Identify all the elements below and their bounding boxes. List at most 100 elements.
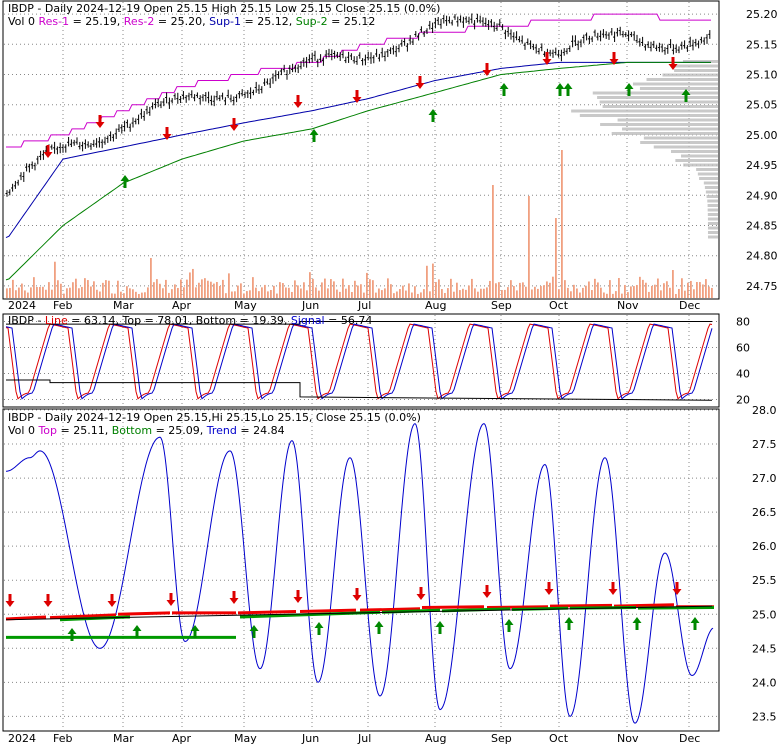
volume-bar [246, 291, 248, 298]
volume-bar [564, 280, 566, 298]
volume-bar [360, 284, 362, 298]
volume-bar [642, 279, 644, 298]
volume-bar [417, 293, 419, 298]
x-month-label-bottom: Nov [617, 732, 639, 745]
volume-bar [696, 281, 698, 298]
volume-bar [39, 286, 41, 298]
volume-bar [288, 287, 290, 298]
volume-bar [537, 288, 539, 298]
volume-bar [237, 285, 239, 298]
x-month-label-bottom: Feb [53, 732, 72, 745]
stoch-header-run: = 56.74 [325, 314, 373, 327]
volume-bar [432, 263, 434, 298]
volume-bar [498, 282, 500, 298]
volume-bar [444, 292, 446, 298]
volume-bar [474, 288, 476, 298]
trend-y-tick: 26.5 [752, 506, 777, 519]
volume-profile-bar [696, 168, 718, 171]
volume-bar [291, 291, 293, 298]
volume-bar [243, 293, 245, 298]
volume-profile-bar [646, 78, 718, 81]
volume-bar [312, 278, 314, 298]
volume-bar [399, 289, 401, 298]
volume-bar [195, 287, 197, 298]
volume-bar [216, 281, 218, 298]
volume-bar [660, 290, 662, 298]
volume-profile-bar [599, 100, 718, 104]
volume-bar [279, 282, 281, 298]
volume-profile-bar [571, 109, 718, 113]
volume-bar [96, 289, 98, 298]
trend-y-tick: 25.5 [752, 574, 777, 587]
volume-bar [135, 291, 137, 298]
volume-bar [114, 293, 116, 298]
volume-bar [111, 293, 113, 298]
volume-bar [681, 278, 683, 298]
volume-bar [705, 279, 707, 298]
price-header-line2-run: = 25.12, [241, 15, 296, 28]
volume-bar [528, 196, 530, 298]
x-month-label-top: Aug [425, 299, 446, 312]
volume-profile-bar [707, 217, 718, 221]
price-y-tick: 25.10 [746, 68, 778, 81]
volume-bar [264, 284, 266, 298]
x-month-label-bottom: Aug [425, 732, 446, 745]
volume-bar [276, 293, 278, 298]
volume-bar [693, 289, 695, 298]
volume-bar [93, 281, 95, 298]
trend-header-line1: IBDP - Daily 2024-12-19 Open 25.15,Hi 25… [8, 411, 421, 424]
volume-bar [459, 290, 461, 298]
volume-bar [315, 287, 317, 298]
volume-bar [234, 291, 236, 298]
trend-header-line2-run: Trend [206, 424, 237, 437]
volume-bar [156, 279, 158, 298]
volume-bar [558, 289, 560, 298]
volume-bar [147, 287, 149, 298]
volume-bar [555, 218, 557, 298]
volume-bar [192, 268, 194, 298]
volume-bar [54, 261, 56, 298]
price-header-line2-run: = 25.12 [328, 15, 376, 28]
volume-bar [210, 281, 212, 298]
volume-bar [576, 288, 578, 298]
volume-bar [75, 278, 77, 298]
volume-bar [657, 278, 659, 298]
volume-bar [36, 286, 38, 298]
price-header-line2-run: Res-2 [124, 15, 155, 28]
volume-profile-bar [592, 91, 718, 95]
volume-profile-bar [697, 172, 718, 176]
x-month-label-bottom: Dec [679, 732, 700, 745]
volume-bar [456, 282, 458, 298]
volume-bar [663, 283, 665, 298]
price-y-tick: 24.75 [746, 280, 778, 293]
volume-bar [624, 284, 626, 298]
volume-bar [615, 291, 617, 298]
price-header-line1-run: IBDP - Daily 2024-12-19 Open 25.15 High … [8, 2, 440, 15]
price-header-line2-run: Vol 0 [8, 15, 38, 28]
volume-bar [342, 278, 344, 298]
volume-bar [204, 278, 206, 298]
volume-bar [198, 282, 200, 298]
volume-bar [519, 282, 521, 298]
stoch-header-run: Bottom [196, 314, 236, 327]
trend-red-segment [237, 610, 297, 615]
price-y-tick: 24.90 [746, 189, 778, 202]
volume-bar [351, 292, 353, 298]
volume-profile-bar [703, 181, 718, 185]
volume-profile-bar [707, 231, 718, 234]
volume-bar [708, 286, 710, 298]
volume-bar [654, 284, 656, 298]
volume-bar [414, 286, 416, 298]
x-month-label-top: Jun [301, 299, 319, 312]
x-month-label-top: Jul [357, 299, 371, 312]
x-year-label-top: 2024 [8, 299, 36, 312]
volume-bar [51, 289, 53, 298]
volume-bar [507, 287, 509, 298]
volume-profile-bar [681, 154, 718, 158]
volume-profile-bar [707, 226, 718, 230]
volume-profile-bar [632, 82, 718, 86]
trend-y-tick: 28.0 [752, 404, 777, 417]
volume-bar [426, 265, 428, 298]
volume-bar [255, 287, 257, 298]
volume-bar [453, 291, 455, 298]
